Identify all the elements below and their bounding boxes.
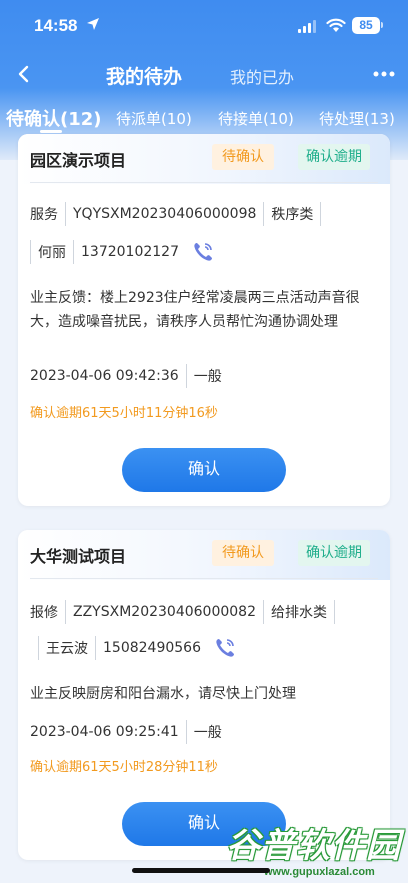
- contact-name: 王云波: [46, 641, 88, 657]
- order-level: 一般: [193, 369, 222, 385]
- active-tab-indicator: [40, 130, 62, 133]
- project-name: 园区演示项目: [30, 151, 127, 170]
- status-badge-overdue: 确认逾期: [298, 540, 370, 566]
- contact-name: 何丽: [38, 245, 66, 261]
- time-level-row: 2023-04-06 09:25:41 一般: [30, 720, 222, 744]
- phone-call-icon[interactable]: [213, 636, 237, 660]
- order-info-row: 报修 ZZYSXM20230406000082 给排水类: [30, 600, 342, 624]
- tab-my-done[interactable]: 我的已办: [230, 64, 294, 88]
- work-order-card[interactable]: 大华测试项目 待确认 确认逾期 报修 ZZYSXM20230406000082 给排…: [18, 530, 390, 860]
- cellular-signal-icon: [298, 20, 316, 33]
- nav-bar: 我的待办 我的已办: [0, 52, 408, 96]
- home-indicator: [132, 868, 270, 873]
- order-code: YQYSXM20230406000098: [73, 206, 257, 222]
- more-icon[interactable]: [372, 70, 396, 78]
- wifi-icon: [326, 18, 346, 32]
- tab-pending-confirm[interactable]: 待确认(12): [6, 105, 102, 131]
- location-arrow-icon: [87, 18, 99, 30]
- overdue-duration: 确认逾期61天5小时28分钟11秒: [30, 760, 218, 775]
- divider: [30, 578, 378, 579]
- order-category: 给排水类: [271, 605, 327, 621]
- battery-tip: [381, 22, 383, 28]
- time-level-row: 2023-04-06 09:42:36 一般: [30, 364, 222, 388]
- tab-pending-process[interactable]: 待处理(13): [319, 108, 395, 129]
- status-tabs: 待确认(12) 待派单(10) 待接单(10) 待处理(13): [0, 100, 408, 134]
- order-code: ZZYSXM20230406000082: [73, 604, 256, 620]
- contact-row: 何丽 13720102127: [30, 240, 215, 264]
- order-category: 秩序类: [271, 207, 314, 223]
- order-datetime: 2023-04-06 09:25:41: [30, 724, 179, 740]
- project-name: 大华测试项目: [30, 547, 127, 566]
- status-badge-pending: 待确认: [212, 540, 274, 566]
- tab-pending-dispatch[interactable]: 待派单(10): [116, 108, 192, 129]
- order-description: 业主反映厨房和阳台漏水，请尽快上门处理: [30, 686, 296, 702]
- phone-call-icon[interactable]: [191, 240, 215, 264]
- confirm-button[interactable]: 确认: [122, 448, 286, 492]
- order-info-row: 服务 YQYSXM20230406000098 秩序类: [30, 202, 328, 226]
- contact-phone: 13720102127: [81, 244, 179, 260]
- watermark-text: 谷普软件园: [226, 826, 401, 866]
- status-badge-overdue: 确认逾期: [298, 144, 370, 170]
- contact-phone: 15082490566: [103, 640, 201, 656]
- battery-level: 85: [352, 17, 380, 34]
- site-watermark: 谷普软件园 www.gupuxlazal.com: [222, 818, 408, 883]
- divider: [30, 182, 378, 183]
- tab-pending-accept[interactable]: 待接单(10): [218, 108, 294, 129]
- overdue-duration: 确认逾期61天5小时11分钟16秒: [30, 406, 218, 421]
- contact-row: 王云波 15082490566: [38, 636, 237, 660]
- work-order-card[interactable]: 园区演示项目 待确认 确认逾期 服务 YQYSXM20230406000098 秩序…: [18, 134, 390, 506]
- order-datetime: 2023-04-06 09:42:36: [30, 368, 179, 384]
- back-chevron-icon[interactable]: [14, 62, 34, 86]
- order-level: 一般: [193, 725, 222, 741]
- order-type: 报修: [30, 605, 58, 621]
- order-type: 服务: [30, 207, 58, 223]
- order-description: 业主反馈：楼上2923住户经常凌晨两三点活动声音很大，造成噪音扰民，请秩序人员帮…: [30, 290, 360, 330]
- watermark-url: www.gupuxlazal.com: [264, 866, 375, 878]
- tab-my-todo[interactable]: 我的待办: [106, 62, 182, 89]
- status-bar: 14:58 85: [0, 0, 408, 52]
- status-time: 14:58: [34, 16, 78, 35]
- status-badge-pending: 待确认: [212, 144, 274, 170]
